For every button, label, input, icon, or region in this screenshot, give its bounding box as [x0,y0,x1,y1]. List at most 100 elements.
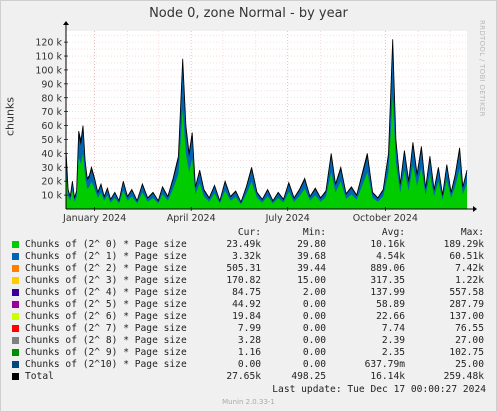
x-tick-label: July 2024 [265,213,310,224]
legend-cur-value: 0.00 [237,359,261,370]
legend-min-value: 2.00 [302,287,326,298]
legend-row: Chunks of (2^ 3) * Page size 170.82 15.00 3… [10,275,484,287]
legend-swatch [12,252,19,260]
legend-min-value: 0.00 [302,359,326,370]
legend-avg-value: 16.14k [370,371,405,382]
legend-cur-value: 19.84 [232,311,261,322]
legend-row: Chunks of (2^ 8) * Page size 3.28 0.00 2.39… [10,335,484,347]
y-axis-arrow [63,21,69,25]
legend-series-cell: Chunks of (2^ 0) * Page size [10,239,200,251]
legend-series-cell: Chunks of (2^ 4) * Page size [10,287,200,299]
y-tick-label: 50 k [41,135,62,146]
legend-row: Chunks of (2^ 5) * Page size 44.92 0.00 58.… [10,299,484,311]
legend-series-name: Chunks of (2^ 6) * Page size [25,311,187,322]
legend-avg-value: 10.16k [370,239,405,250]
legend-series-cell: Chunks of (2^ 1) * Page size [10,251,200,263]
legend-series-cell: Chunks of (2^ 7) * Page size [10,323,200,335]
legend-series-name: Chunks of (2^ 8) * Page size [25,335,187,346]
y-tick-label: 30 k [41,163,62,174]
legend-header-cur: Cur: [237,227,261,238]
legend-swatch [12,336,19,344]
y-tick-label: 100 k [35,65,62,76]
legend-max-value: 76.55 [455,323,484,334]
legend-avg-value: 7.74 [381,323,405,334]
legend-header-row: Cur: Min: Avg: Max: [10,227,484,239]
legend-swatch [12,240,19,248]
legend-header-avg: Avg: [381,227,405,238]
last-update: Last update: Tue Dec 17 00:00:27 2024 [272,384,486,395]
x-tick-label: January 2024 [62,213,126,224]
legend-series-cell: Chunks of (2^10) * Page size [10,359,200,371]
legend-series-name: Chunks of (2^ 5) * Page size [25,299,187,310]
legend-row: Chunks of (2^ 1) * Page size 3.32k 39.68 4.… [10,251,484,263]
legend-swatch [12,276,19,284]
legend-min-value: 39.44 [297,263,326,274]
legend-series-cell: Chunks of (2^ 8) * Page size [10,335,200,347]
legend-row: Chunks of (2^10) * Page size 0.00 0.00 637.… [10,359,484,371]
legend-series-cell: Chunks of (2^ 5) * Page size [10,299,200,311]
legend-min-value: 0.00 [302,299,326,310]
legend-min-value: 0.00 [302,323,326,334]
y-tick-label: 40 k [41,149,62,160]
legend-max-value: 137.00 [449,311,484,322]
legend-max-value: 27.00 [455,335,484,346]
y-tick-label: 70 k [41,107,62,118]
munin-footer: Munin 2.0.33-1 [222,398,275,406]
legend-avg-value: 22.66 [376,311,405,322]
x-tick-labels: January 2024 April 2024 July 2024 October 2… [62,213,418,224]
legend-min-value: 15.00 [297,275,326,286]
legend-cur-value: 3.32k [232,251,261,262]
legend-max-value: 557.58 [449,287,484,298]
legend-swatch [12,264,19,272]
legend-min-value: 39.68 [297,251,326,262]
legend-header-min: Min: [302,227,326,238]
y-tick-label: 90 k [41,79,62,90]
legend-avg-value: 2.35 [381,347,405,358]
legend-table: Cur: Min: Avg: Max: Chunks of (2^ 0) * P… [10,227,484,383]
legend-cur-value: 1.16 [237,347,261,358]
legend-series-name: Chunks of (2^ 7) * Page size [25,323,187,334]
legend-swatch [12,348,19,356]
legend-row: Chunks of (2^ 4) * Page size 84.75 2.00 137… [10,287,484,299]
legend-min-value: 0.00 [302,311,326,322]
legend-series-name: Chunks of (2^ 3) * Page size [25,275,187,286]
legend-series-name: Total [25,371,54,382]
legend-swatch [12,288,19,296]
legend-max-value: 287.79 [449,299,484,310]
legend-series-cell: Chunks of (2^ 2) * Page size [10,263,200,275]
x-tick-label: April 2024 [167,213,216,224]
legend-min-value: 0.00 [302,335,326,346]
y-tick-label: 20 k [41,177,62,188]
x-axis-arrow [473,206,477,212]
legend-cur-value: 84.75 [232,287,261,298]
legend-body: Chunks of (2^ 0) * Page size 23.49k 29.80 1… [10,239,484,383]
y-tick-label: 120 k [35,38,62,49]
legend-avg-value: 4.54k [376,251,405,262]
legend-row: Chunks of (2^ 2) * Page size 505.31 39.44 8… [10,263,484,275]
legend-series-name: Chunks of (2^ 1) * Page size [25,251,187,262]
y-tick-label: 10 k [41,191,62,202]
legend-max-value: 25.00 [455,359,484,370]
legend-series-cell: Total [10,371,200,383]
y-tick-label: 80 k [41,93,62,104]
legend-avg-value: 889.06 [370,263,405,274]
legend-series-cell: Chunks of (2^ 9) * Page size [10,347,200,359]
legend-swatch [12,312,19,320]
y-tick-labels: 10 k 20 k 30 k 40 k 50 k 60 k 70 k 80 k 90 k 100 … [35,38,62,202]
legend-max-value: 60.51k [449,251,484,262]
legend-row: Chunks of (2^ 6) * Page size 19.84 0.00 22.… [10,311,484,323]
legend-cur-value: 170.82 [226,275,261,286]
legend-cur-value: 3.28 [237,335,261,346]
legend-row: Total 27.65k 498.25 16.14k 259.48k [10,371,484,383]
legend-avg-value: 137.99 [370,287,405,298]
legend-avg-value: 317.35 [370,275,405,286]
legend-min-value: 0.00 [302,347,326,358]
legend-max-value: 259.48k [443,371,484,382]
legend-row: Chunks of (2^ 7) * Page size 7.99 0.00 7.74… [10,323,484,335]
y-tick-label: 60 k [41,121,62,132]
legend-cur-value: 23.49k [226,239,261,250]
legend-swatch [12,360,19,368]
legend-series-name: Chunks of (2^ 2) * Page size [25,263,187,274]
legend-min-value: 29.80 [297,239,326,250]
legend-series-name: Chunks of (2^ 4) * Page size [25,287,187,298]
